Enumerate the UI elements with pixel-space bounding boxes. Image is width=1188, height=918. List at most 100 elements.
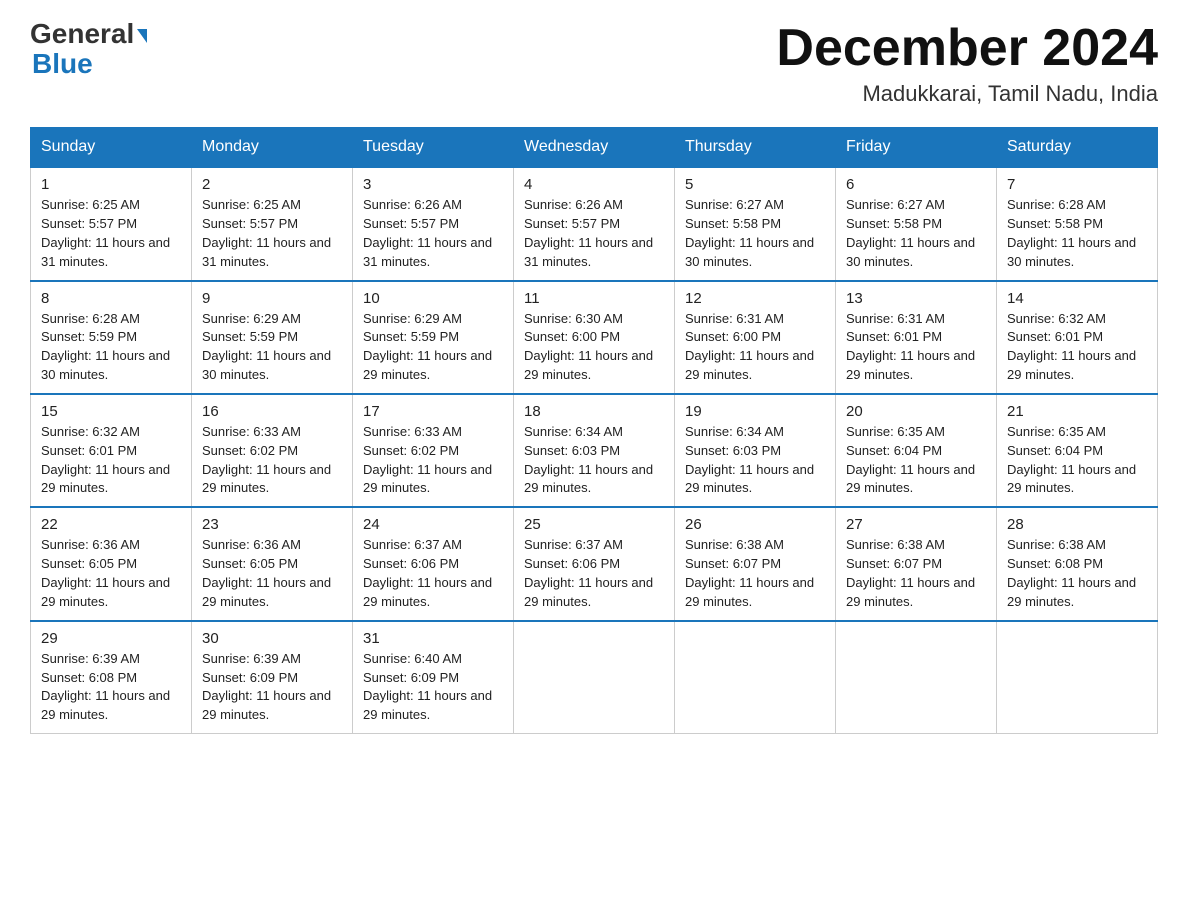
day-number: 25 [524, 516, 664, 533]
calendar-cell: 16 Sunrise: 6:33 AM Sunset: 6:02 PM Dayli… [192, 394, 353, 507]
day-info: Sunrise: 6:38 AM Sunset: 6:07 PM Dayligh… [685, 536, 825, 611]
day-number: 1 [41, 176, 181, 193]
day-number: 19 [685, 403, 825, 420]
day-number: 9 [202, 290, 342, 307]
day-info: Sunrise: 6:31 AM Sunset: 6:00 PM Dayligh… [685, 310, 825, 385]
day-number: 30 [202, 630, 342, 647]
calendar-cell: 9 Sunrise: 6:29 AM Sunset: 5:59 PM Daylig… [192, 281, 353, 394]
calendar-cell: 23Sunrise: 6:36 AM Sunset: 6:05 PM Dayli… [192, 507, 353, 620]
day-number: 10 [363, 290, 503, 307]
day-info: Sunrise: 6:32 AM Sunset: 6:01 PM Dayligh… [1007, 310, 1147, 385]
day-info: Sunrise: 6:34 AM Sunset: 6:03 PM Dayligh… [524, 423, 664, 498]
day-info: Sunrise: 6:26 AM Sunset: 5:57 PM Dayligh… [524, 196, 664, 271]
calendar-cell: 3 Sunrise: 6:26 AM Sunset: 5:57 PM Daylig… [353, 167, 514, 280]
calendar-cell [836, 621, 997, 734]
header-thursday: Thursday [675, 128, 836, 168]
calendar-cell: 17Sunrise: 6:33 AM Sunset: 6:02 PM Dayli… [353, 394, 514, 507]
day-number: 7 [1007, 176, 1147, 193]
day-info: Sunrise: 6:31 AM Sunset: 6:01 PM Dayligh… [846, 310, 986, 385]
calendar-cell: 22 Sunrise: 6:36 AM Sunset: 6:05 PM Dayli… [31, 507, 192, 620]
calendar-week-row: 29 Sunrise: 6:39 AM Sunset: 6:08 PM Dayli… [31, 621, 1158, 734]
calendar-cell: 20 Sunrise: 6:35 AM Sunset: 6:04 PM Dayli… [836, 394, 997, 507]
logo-top: General [30, 20, 147, 48]
day-info: Sunrise: 6:29 AM Sunset: 5:59 PM Dayligh… [363, 310, 503, 385]
day-info: Sunrise: 6:38 AM Sunset: 6:07 PM Dayligh… [846, 536, 986, 611]
calendar-header-row: SundayMondayTuesdayWednesdayThursdayFrid… [31, 128, 1158, 168]
day-info: Sunrise: 6:35 AM Sunset: 6:04 PM Dayligh… [846, 423, 986, 498]
day-number: 3 [363, 176, 503, 193]
calendar-cell: 29 Sunrise: 6:39 AM Sunset: 6:08 PM Dayli… [31, 621, 192, 734]
day-info: Sunrise: 6:33 AM Sunset: 6:02 PM Dayligh… [363, 423, 503, 498]
calendar-week-row: 8Sunrise: 6:28 AM Sunset: 5:59 PM Daylig… [31, 281, 1158, 394]
calendar-cell [997, 621, 1158, 734]
calendar-cell: 24 Sunrise: 6:37 AM Sunset: 6:06 PM Dayli… [353, 507, 514, 620]
day-number: 8 [41, 290, 181, 307]
day-number: 24 [363, 516, 503, 533]
calendar-cell: 5Sunrise: 6:27 AM Sunset: 5:58 PM Daylig… [675, 167, 836, 280]
calendar-table: SundayMondayTuesdayWednesdayThursdayFrid… [30, 127, 1158, 734]
calendar-cell: 7 Sunrise: 6:28 AM Sunset: 5:58 PM Daylig… [997, 167, 1158, 280]
day-info: Sunrise: 6:39 AM Sunset: 6:08 PM Dayligh… [41, 650, 181, 725]
calendar-week-row: 22 Sunrise: 6:36 AM Sunset: 6:05 PM Dayli… [31, 507, 1158, 620]
day-number: 16 [202, 403, 342, 420]
calendar-cell: 8Sunrise: 6:28 AM Sunset: 5:59 PM Daylig… [31, 281, 192, 394]
day-number: 2 [202, 176, 342, 193]
day-number: 23 [202, 516, 342, 533]
day-info: Sunrise: 6:37 AM Sunset: 6:06 PM Dayligh… [363, 536, 503, 611]
calendar-cell: 11 Sunrise: 6:30 AM Sunset: 6:00 PM Dayli… [514, 281, 675, 394]
day-info: Sunrise: 6:32 AM Sunset: 6:01 PM Dayligh… [41, 423, 181, 498]
day-info: Sunrise: 6:29 AM Sunset: 5:59 PM Dayligh… [202, 310, 342, 385]
calendar-cell: 26 Sunrise: 6:38 AM Sunset: 6:07 PM Dayli… [675, 507, 836, 620]
calendar-cell [514, 621, 675, 734]
calendar-cell: 21Sunrise: 6:35 AM Sunset: 6:04 PM Dayli… [997, 394, 1158, 507]
header-tuesday: Tuesday [353, 128, 514, 168]
day-info: Sunrise: 6:26 AM Sunset: 5:57 PM Dayligh… [363, 196, 503, 271]
day-info: Sunrise: 6:25 AM Sunset: 5:57 PM Dayligh… [41, 196, 181, 271]
day-number: 6 [846, 176, 986, 193]
header-saturday: Saturday [997, 128, 1158, 168]
calendar-cell: 28 Sunrise: 6:38 AM Sunset: 6:08 PM Dayli… [997, 507, 1158, 620]
day-info: Sunrise: 6:38 AM Sunset: 6:08 PM Dayligh… [1007, 536, 1147, 611]
day-info: Sunrise: 6:39 AM Sunset: 6:09 PM Dayligh… [202, 650, 342, 725]
title-block: December 2024 Madukkarai, Tamil Nadu, In… [776, 20, 1158, 107]
day-info: Sunrise: 6:27 AM Sunset: 5:58 PM Dayligh… [846, 196, 986, 271]
day-info: Sunrise: 6:36 AM Sunset: 6:05 PM Dayligh… [41, 536, 181, 611]
logo-general: General [30, 18, 134, 49]
header-monday: Monday [192, 128, 353, 168]
calendar-cell: 12 Sunrise: 6:31 AM Sunset: 6:00 PM Dayli… [675, 281, 836, 394]
day-info: Sunrise: 6:40 AM Sunset: 6:09 PM Dayligh… [363, 650, 503, 725]
header-wednesday: Wednesday [514, 128, 675, 168]
day-number: 26 [685, 516, 825, 533]
day-info: Sunrise: 6:28 AM Sunset: 5:58 PM Dayligh… [1007, 196, 1147, 271]
page-header: General Blue December 2024 Madukkarai, T… [30, 20, 1158, 107]
day-info: Sunrise: 6:33 AM Sunset: 6:02 PM Dayligh… [202, 423, 342, 498]
calendar-cell: 31Sunrise: 6:40 AM Sunset: 6:09 PM Dayli… [353, 621, 514, 734]
day-number: 11 [524, 290, 664, 307]
calendar-cell: 2Sunrise: 6:25 AM Sunset: 5:57 PM Daylig… [192, 167, 353, 280]
calendar-cell: 15 Sunrise: 6:32 AM Sunset: 6:01 PM Dayli… [31, 394, 192, 507]
calendar-cell: 14Sunrise: 6:32 AM Sunset: 6:01 PM Dayli… [997, 281, 1158, 394]
day-number: 22 [41, 516, 181, 533]
day-info: Sunrise: 6:30 AM Sunset: 6:00 PM Dayligh… [524, 310, 664, 385]
calendar-cell: 30 Sunrise: 6:39 AM Sunset: 6:09 PM Dayli… [192, 621, 353, 734]
calendar-cell: 25 Sunrise: 6:37 AM Sunset: 6:06 PM Dayli… [514, 507, 675, 620]
calendar-cell: 18 Sunrise: 6:34 AM Sunset: 6:03 PM Dayli… [514, 394, 675, 507]
day-number: 5 [685, 176, 825, 193]
calendar-cell: 19Sunrise: 6:34 AM Sunset: 6:03 PM Dayli… [675, 394, 836, 507]
calendar-cell: 6 Sunrise: 6:27 AM Sunset: 5:58 PM Daylig… [836, 167, 997, 280]
day-number: 20 [846, 403, 986, 420]
calendar-cell: 4 Sunrise: 6:26 AM Sunset: 5:57 PM Daylig… [514, 167, 675, 280]
calendar-cell: 10 Sunrise: 6:29 AM Sunset: 5:59 PM Dayli… [353, 281, 514, 394]
day-number: 27 [846, 516, 986, 533]
day-number: 15 [41, 403, 181, 420]
day-number: 12 [685, 290, 825, 307]
day-number: 29 [41, 630, 181, 647]
day-number: 4 [524, 176, 664, 193]
day-number: 18 [524, 403, 664, 420]
calendar-week-row: 15 Sunrise: 6:32 AM Sunset: 6:01 PM Dayli… [31, 394, 1158, 507]
day-info: Sunrise: 6:37 AM Sunset: 6:06 PM Dayligh… [524, 536, 664, 611]
calendar-week-row: 1 Sunrise: 6:25 AM Sunset: 5:57 PM Daylig… [31, 167, 1158, 280]
day-number: 28 [1007, 516, 1147, 533]
header-sunday: Sunday [31, 128, 192, 168]
day-number: 13 [846, 290, 986, 307]
